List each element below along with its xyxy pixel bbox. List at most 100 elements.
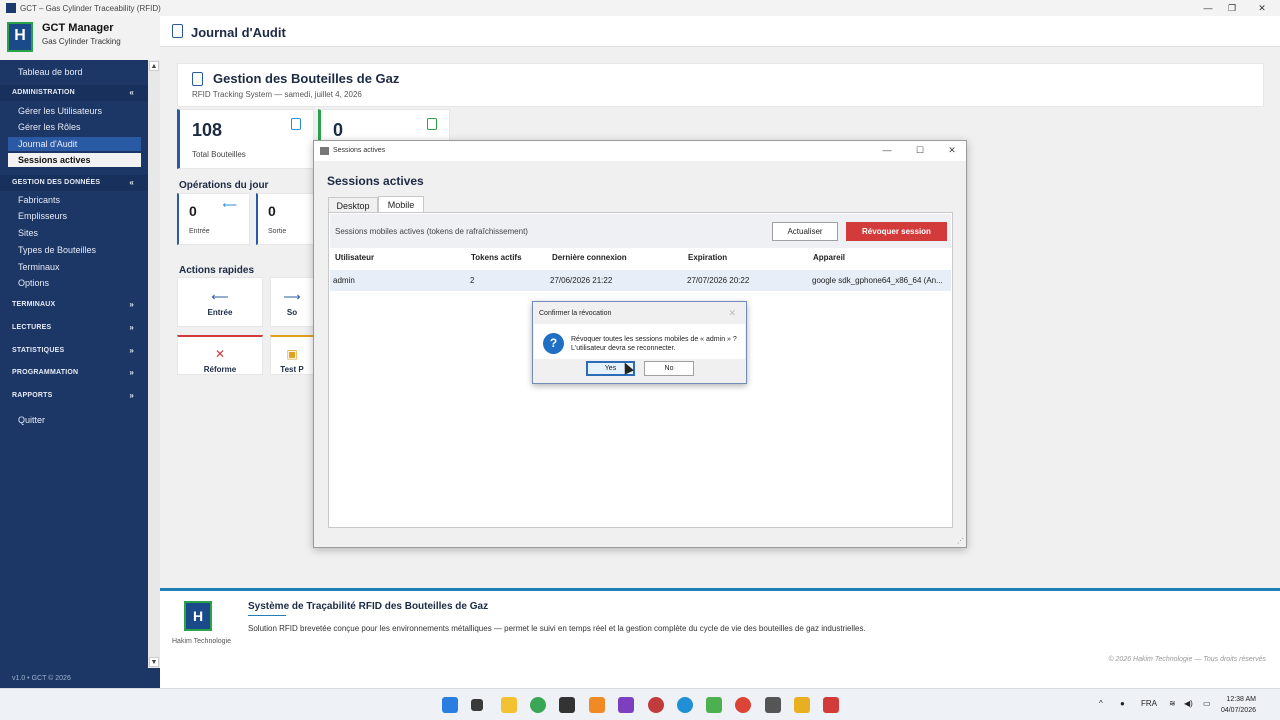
section-terminals[interactable]: TERMINAUX »: [0, 297, 148, 313]
app-icon[interactable]: [706, 697, 722, 713]
hakim-logo: H: [184, 601, 212, 631]
chrome-icon[interactable]: [530, 697, 546, 713]
no-button[interactable]: No: [644, 361, 694, 376]
sidebar-item-fillers[interactable]: Emplisseurs: [8, 209, 141, 223]
quick-action-exit[interactable]: ⟶ So: [270, 277, 314, 327]
window-title: GCT – Gas Cylinder Traceability (RFID): [20, 3, 161, 13]
sidebar-item-audit[interactable]: Journal d'Audit: [8, 137, 141, 151]
chevron-down-icon: »: [129, 368, 134, 377]
quick-actions-title: Actions rapides: [179, 265, 255, 276]
op-card-exit: 0 Sortie: [256, 193, 314, 245]
ops-section-title: Opérations du jour: [179, 180, 269, 191]
volume-icon[interactable]: ◀): [1184, 699, 1193, 708]
chevron-down-icon: »: [129, 323, 134, 332]
column-header[interactable]: Expiration: [688, 253, 727, 262]
sidebar-item-users[interactable]: Gérer les Utilisateurs: [8, 104, 141, 118]
footer-description: Solution RFID brevetée conçue pour les e…: [248, 624, 866, 633]
table-cell: 27/07/2026 20:22: [687, 276, 750, 285]
edge-icon[interactable]: [677, 697, 693, 713]
quick-action-label: Réforme: [203, 365, 237, 374]
sidebar-item-terminals[interactable]: Terminaux: [8, 260, 141, 274]
task-view-icon[interactable]: [471, 699, 483, 711]
section-programming[interactable]: PROGRAMMATION »: [0, 365, 148, 381]
close-icon[interactable]: ✕: [728, 308, 736, 319]
scroll-up-icon[interactable]: ▲: [149, 61, 159, 71]
sidebar-item-sessions[interactable]: Sessions actives: [8, 153, 141, 167]
quick-action-reform[interactable]: ✕ Réforme: [177, 335, 263, 375]
microphone-icon[interactable]: ●: [1120, 699, 1125, 708]
confirm-body: ? Révoquer toutes les sessions mobiles d…: [534, 324, 745, 359]
quick-action-entry[interactable]: ⟵ Entrée: [177, 277, 263, 327]
column-header[interactable]: Utilisateur: [335, 253, 374, 262]
sidebar-item-quit[interactable]: Quitter: [8, 413, 141, 427]
stat-value: 108: [192, 120, 223, 140]
copyright: © 2026 Hakim Technologie — Tous droits r…: [1108, 656, 1266, 663]
toolbar: Sessions mobiles actives (tokens de rafr…: [330, 214, 951, 248]
footer-divider: [248, 615, 286, 616]
column-header[interactable]: Appareil: [813, 253, 845, 262]
resize-grip-icon[interactable]: ⋰: [957, 537, 964, 545]
tab-mobile[interactable]: Mobile: [378, 196, 424, 213]
sidebar-item-roles[interactable]: Gérer les Rôles: [8, 120, 141, 134]
quick-action-label: Test P: [280, 365, 304, 374]
section-statistics[interactable]: STATISTIQUES »: [0, 343, 148, 359]
sidebar-item-manufacturers[interactable]: Fabricants: [8, 193, 141, 207]
document-icon: [192, 72, 203, 86]
close-icon[interactable]: ✕: [942, 145, 962, 156]
battery-icon[interactable]: ▭: [1203, 699, 1211, 708]
arrow-left-icon: ⟵: [211, 290, 229, 304]
section-data-management[interactable]: GESTION DES DONNÉES «: [0, 175, 148, 191]
chevron-down-icon: »: [129, 346, 134, 355]
close-icon[interactable]: ✕: [1244, 0, 1280, 16]
visual-studio-icon[interactable]: [618, 697, 634, 713]
chevron-down-icon: »: [129, 300, 134, 309]
dialog-titlebar: Sessions actives — ☐ ✕: [314, 141, 966, 161]
gct-app-icon[interactable]: [823, 697, 839, 713]
column-header[interactable]: Tokens actifs: [471, 253, 522, 262]
maximize-icon[interactable]: ☐: [910, 145, 930, 156]
sidebar-item-options[interactable]: Options: [8, 276, 141, 290]
footer-title: Système de Traçabilité RFID des Bouteill…: [248, 601, 489, 612]
clock-time: 12:38 AM: [1226, 696, 1256, 703]
section-administration[interactable]: ADMINISTRATION «: [0, 85, 148, 101]
sidebar-item-dashboard[interactable]: Tableau de bord: [8, 65, 141, 79]
chevron-down-icon: »: [129, 391, 134, 400]
language-indicator[interactable]: FRA: [1141, 699, 1157, 708]
app-icon[interactable]: [589, 697, 605, 713]
refresh-button[interactable]: Actualiser: [772, 222, 838, 241]
terminal-icon[interactable]: [559, 697, 575, 713]
op-value: 0: [189, 203, 197, 219]
column-header[interactable]: Dernière connexion: [552, 253, 627, 262]
dashboard-title: Gestion des Bouteilles de Gaz: [213, 71, 400, 86]
minimize-icon[interactable]: —: [877, 145, 897, 155]
file-explorer-icon[interactable]: [501, 697, 517, 713]
app-icon[interactable]: [648, 697, 664, 713]
clock-date: 04/07/2026: [1220, 707, 1256, 714]
section-reports[interactable]: RAPPORTS »: [0, 388, 148, 404]
tab-desktop[interactable]: Desktop: [328, 197, 378, 213]
dashboard-header: Gestion des Bouteilles de Gaz RFID Track…: [177, 63, 1264, 107]
confirm-message: Révoquer toutes les sessions mobiles de …: [571, 336, 737, 343]
scroll-down-icon[interactable]: ▼: [149, 657, 159, 667]
app-subtitle: Gas Cylinder Tracking: [42, 37, 121, 46]
start-icon[interactable]: [442, 697, 458, 713]
stat-label: Total Bouteilles: [192, 150, 246, 159]
sidebar-item-sites[interactable]: Sites: [8, 226, 141, 240]
app-icon: [320, 147, 329, 155]
chevron-up-icon[interactable]: ^: [1099, 699, 1103, 708]
app-name: GCT Manager: [42, 22, 114, 34]
dashboard-subtitle: RFID Tracking System — samedi, juillet 4…: [192, 90, 362, 99]
revoke-session-button[interactable]: Révoquer session: [846, 222, 947, 241]
app-icon[interactable]: [794, 697, 810, 713]
sidebar-item-cylinder-types[interactable]: Types de Bouteilles: [8, 243, 141, 257]
confirm-title: Confirmer la révocation: [539, 310, 612, 317]
window-titlebar: GCT – Gas Cylinder Traceability (RFID) —…: [0, 0, 1280, 16]
wifi-icon[interactable]: ≋: [1169, 699, 1176, 708]
clock[interactable]: 12:38 AM 04/07/2026: [1221, 694, 1256, 716]
section-readings[interactable]: LECTURES »: [0, 320, 148, 336]
sidebar-scrollbar[interactable]: ▲ ▼: [148, 60, 160, 668]
quick-action-test[interactable]: ▣ Test P: [270, 335, 314, 375]
chrome-icon[interactable]: [735, 697, 751, 713]
close-icon: ✕: [214, 347, 226, 361]
app-icon[interactable]: [765, 697, 781, 713]
